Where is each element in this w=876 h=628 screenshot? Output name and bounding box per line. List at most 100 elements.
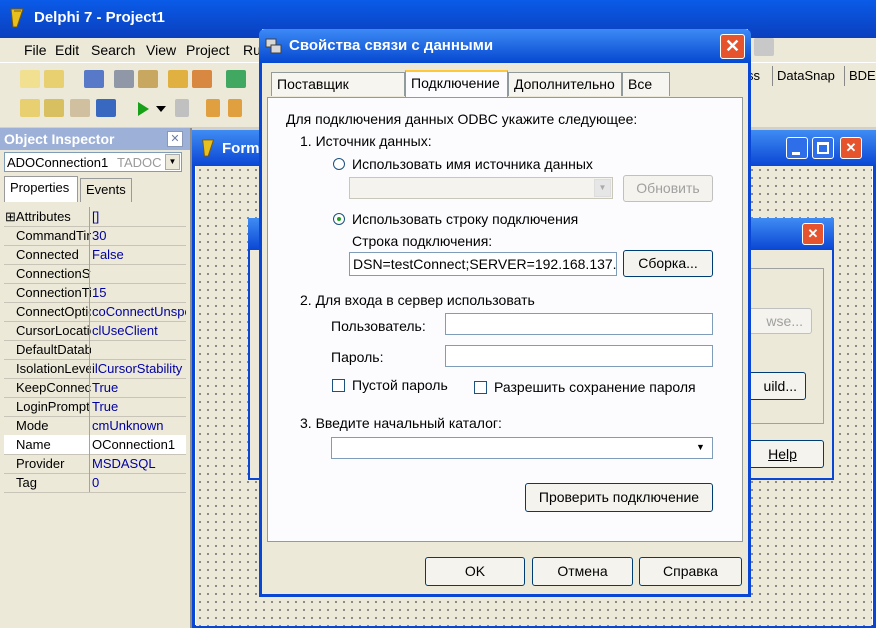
tab-events[interactable]: Events [80,178,132,202]
dsn-select[interactable] [349,177,613,199]
property-row[interactable]: LoginPrompt True [4,397,186,417]
property-name: Name [16,437,51,452]
menu-edit[interactable]: Edit [55,42,79,58]
component-name: ADOConnection1 [7,155,109,170]
property-row[interactable]: ⊞Attributes [] [4,207,186,227]
tab-provider[interactable]: Поставщик данных [271,72,405,108]
palette-tab-datasnap[interactable]: DataSnap [772,66,844,86]
open-project-icon[interactable] [138,70,158,88]
property-row[interactable]: Tag 0 [4,473,186,493]
component-selector[interactable]: ADOConnection1 TADOC ▼ [4,152,182,172]
run-dropdown-icon[interactable] [156,106,166,114]
property-value[interactable]: ilCursorStability [92,361,186,376]
connection-string-input[interactable]: DSN=testConnect;SERVER=192.168.137.2; [349,252,617,276]
test-connection-button[interactable]: Проверить подключение [525,483,713,512]
delphi-form-icon [202,139,215,157]
property-name: ConnectOptions [16,304,91,319]
property-value[interactable]: OConnection1 [92,437,186,452]
chevron-down-icon[interactable]: ▼ [165,154,180,170]
property-row[interactable]: DefaultDatabase [4,340,186,360]
step-over-icon[interactable] [228,99,242,117]
toggle-form-unit-icon[interactable] [70,99,90,117]
property-row[interactable]: IsolationLevel ilCursorStability [4,359,186,379]
property-value[interactable]: 30 [92,228,186,243]
maximize-icon[interactable] [812,137,834,159]
password-label: Пароль: [331,349,384,365]
run-icon[interactable] [136,101,150,117]
new-icon[interactable] [20,70,40,88]
browse-button[interactable]: wse... [742,308,812,334]
property-value[interactable]: cmUnknown [92,418,186,433]
property-name: Provider [16,456,65,471]
allow-save-password-checkbox[interactable] [474,381,487,394]
tab-all[interactable]: Все [622,72,670,96]
user-input[interactable] [445,313,713,335]
property-row[interactable]: ConnectionTimeout15 [4,283,186,303]
property-row[interactable]: ConnectionString [4,264,186,284]
delphi-logo-icon [10,8,24,28]
background-close-icon[interactable]: ✕ [802,223,824,245]
cancel-button[interactable]: Отмена [532,557,633,586]
property-row[interactable]: Connected False [4,245,186,265]
remove-file-icon[interactable] [192,70,212,88]
build-button[interactable]: Сборка... [623,250,713,277]
property-row[interactable]: CommandTimeout30 [4,226,186,246]
menu-project[interactable]: Project [186,42,230,58]
database-link-icon [265,38,282,54]
palette-scroll-icon[interactable] [754,38,774,56]
property-value[interactable]: True [92,399,186,414]
dialog-close-icon[interactable]: ✕ [720,34,745,59]
refresh-button[interactable]: Обновить [623,175,713,202]
property-value[interactable]: coConnectUnspecified [92,304,186,319]
open-icon[interactable] [44,70,64,88]
add-file-icon[interactable] [168,70,188,88]
radio-use-dsn[interactable] [333,158,345,170]
menu-file[interactable]: File [24,42,47,58]
save-all-icon[interactable] [114,70,134,88]
ok-button[interactable]: OK [425,557,525,586]
property-row[interactable]: KeepConnectionTrue [4,378,186,398]
view-form-icon[interactable] [44,99,64,117]
property-value[interactable]: 15 [92,285,186,300]
tab-properties[interactable]: Properties [4,176,78,202]
dsn-chevron-down-icon[interactable]: ▼ [594,179,611,197]
property-value[interactable]: False [92,247,186,262]
tab-connection[interactable]: Подключение [405,70,508,98]
property-value[interactable]: MSDASQL [92,456,186,471]
trace-into-icon[interactable] [206,99,220,117]
minimize-icon[interactable] [786,137,808,159]
property-value[interactable]: 0 [92,475,186,490]
property-separator [89,359,90,378]
catalog-chevron-down-icon[interactable]: ▼ [692,439,709,457]
help-book-icon[interactable] [226,70,246,88]
property-row[interactable]: Provider MSDASQL [4,454,186,474]
menu-search[interactable]: Search [91,42,135,58]
property-row[interactable]: ConnectOptionscoConnectUnspecified [4,302,186,322]
property-value[interactable]: True [92,380,186,395]
property-row[interactable]: Mode cmUnknown [4,416,186,436]
save-icon[interactable] [84,70,104,88]
password-input[interactable] [445,345,713,367]
property-row[interactable]: CursorLocationclUseClient [4,321,186,341]
property-name: Connected [16,247,79,262]
close-icon[interactable]: ✕ [167,131,183,147]
pause-icon[interactable] [175,99,189,117]
property-row[interactable]: Name OConnection1 [4,435,186,455]
new-form-icon[interactable] [96,99,116,117]
property-value[interactable]: clUseClient [92,323,186,338]
property-value[interactable]: [] [92,209,186,224]
build-button-bg[interactable]: uild... [742,372,806,400]
help-button-bg[interactable]: Help [742,440,824,468]
dialog-title-bar: Свойства связи с данными [259,29,751,63]
blank-password-checkbox[interactable] [332,379,345,392]
initial-catalog-select[interactable] [331,437,713,459]
tab-advanced[interactable]: Дополнительно [508,72,622,96]
property-separator [89,283,90,302]
view-unit-icon[interactable] [20,99,40,117]
palette-tab-bde[interactable]: BDE [844,66,876,86]
menu-view[interactable]: View [146,42,176,58]
form-close-icon[interactable]: ✕ [840,137,862,159]
help-button[interactable]: Справка [639,557,742,586]
property-name: Mode [16,418,49,433]
radio-use-connection-string[interactable] [333,213,345,225]
